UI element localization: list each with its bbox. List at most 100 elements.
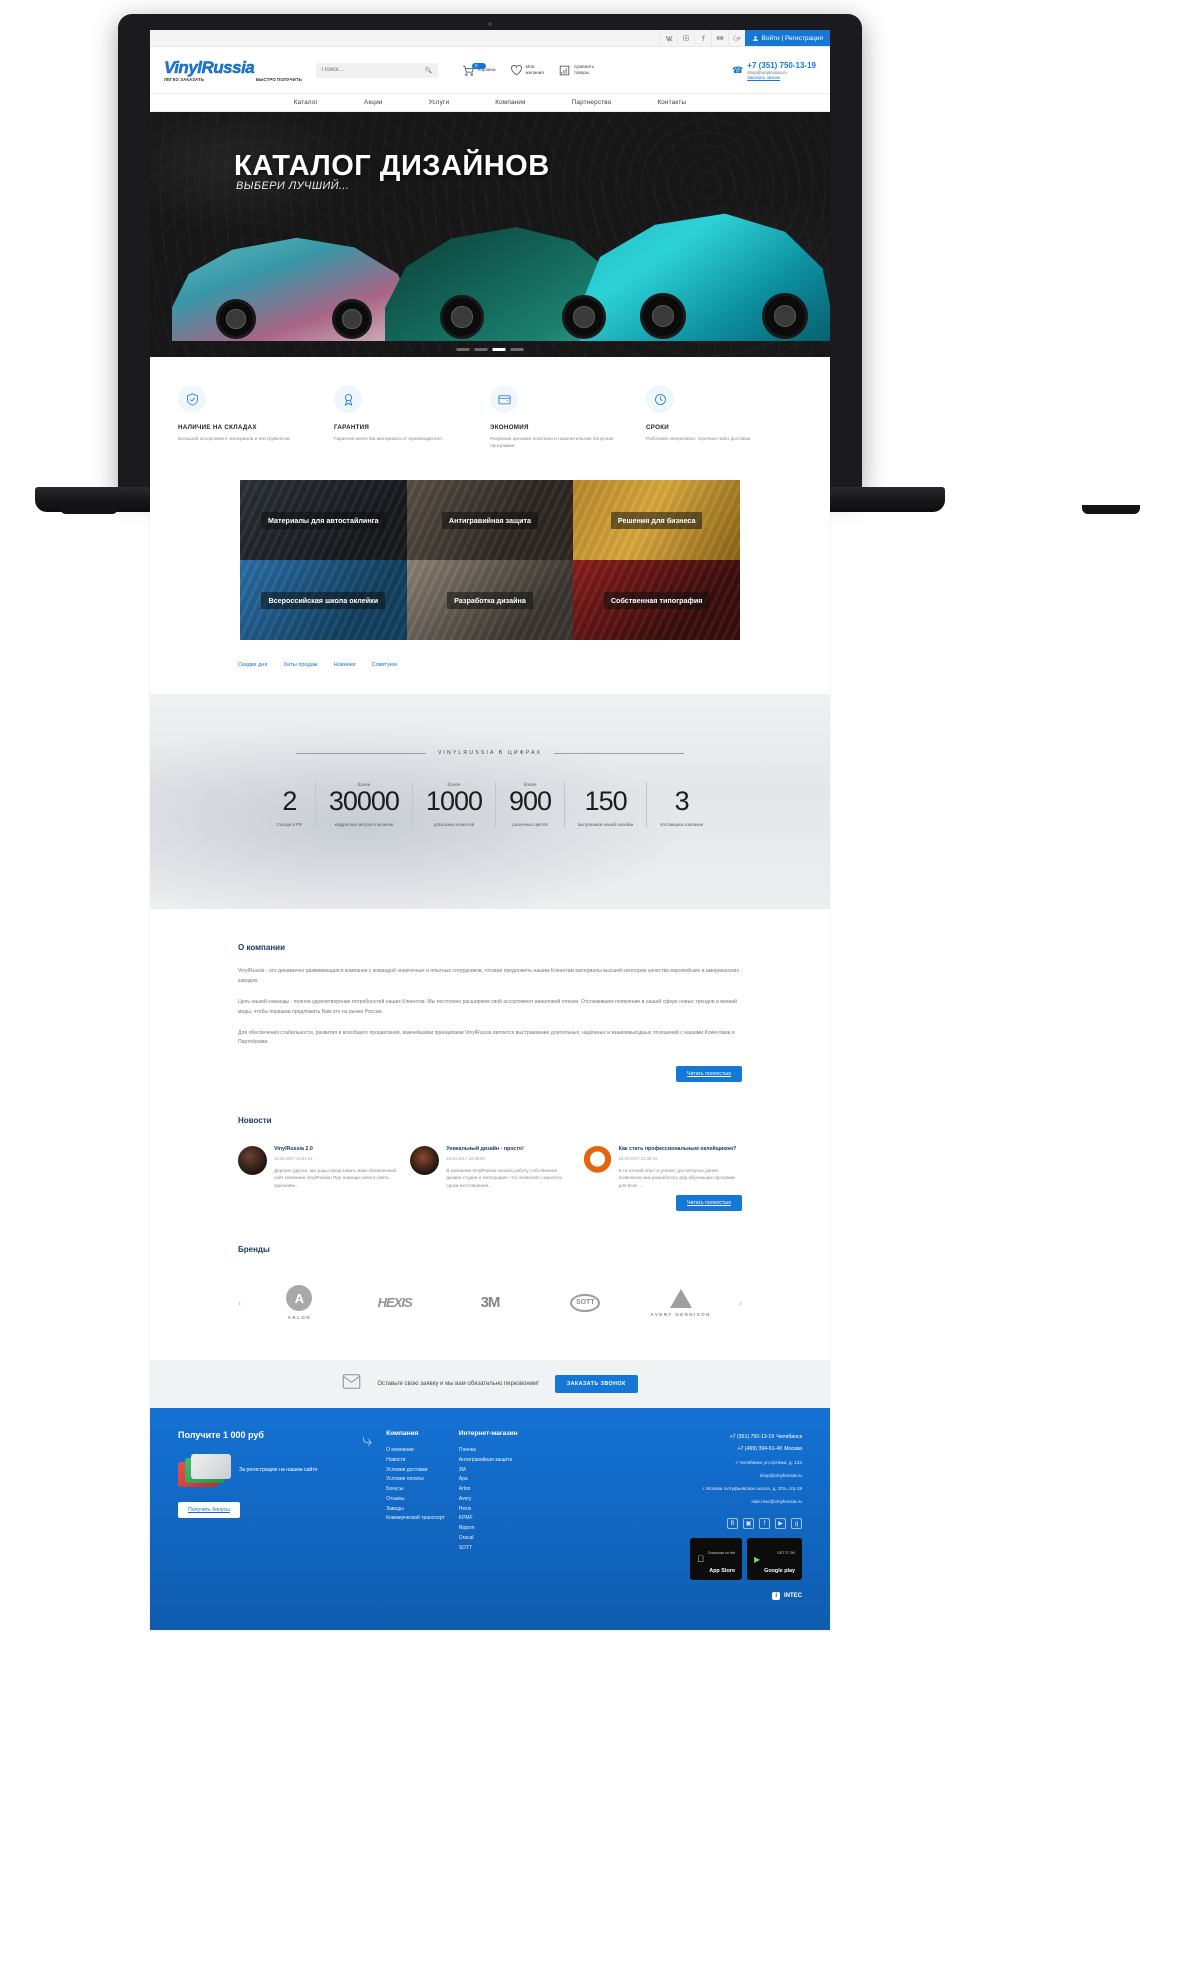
- facebook-icon[interactable]: [693, 30, 711, 46]
- brand-avery-dennison[interactable]: AVERY DENNISON: [644, 1288, 718, 1317]
- brand-3m[interactable]: 3M: [453, 1294, 527, 1311]
- footer-link[interactable]: Условия оплаты: [386, 1475, 445, 1485]
- app-store-badges:  Download on the App Store ▶ GET IT ON …: [690, 1538, 802, 1581]
- get-bonus-button[interactable]: Получить бонусы: [178, 1502, 240, 1519]
- tile-ppf[interactable]: Антигравийная защита: [406, 480, 574, 561]
- search-icon[interactable]: 🔍: [425, 67, 432, 74]
- footer-link[interactable]: Hexis: [459, 1505, 518, 1515]
- footer-link[interactable]: Новости: [386, 1456, 445, 1466]
- callback-button[interactable]: ЗАКАЗАТЬ ЗВОНОК: [554, 1375, 638, 1394]
- footer-link[interactable]: Arlon: [459, 1485, 518, 1495]
- footer-link[interactable]: Бонусы: [386, 1485, 445, 1495]
- hero-dot-1[interactable]: [456, 348, 470, 351]
- nav-item-partnership[interactable]: Партнерство: [572, 99, 612, 106]
- search-box[interactable]: 🔍: [316, 62, 438, 78]
- wishlist-button[interactable]: Мои желания: [510, 64, 544, 77]
- footer-phone-1[interactable]: +7 (351) 750-13-19 Челябинск: [690, 1430, 802, 1442]
- site-logo[interactable]: VinylRussia ЛЕГКО ЗАКАЗАТЬ БЫСТРО ПОЛУЧИ…: [164, 58, 302, 81]
- hero-dot-4[interactable]: [510, 348, 524, 351]
- bonus-title: Получите 1 000 руб: [178, 1430, 264, 1441]
- tab-discounts[interactable]: Скидки дня: [238, 662, 267, 668]
- youtube-icon[interactable]: ▶: [775, 1518, 786, 1530]
- brand-arlon[interactable]: A ARLON: [262, 1285, 336, 1320]
- tile-business[interactable]: Решения для бизнеса: [573, 480, 740, 561]
- footer-phone-2-city: Москва: [784, 1446, 802, 1453]
- news-title[interactable]: VinylRussia 2.0: [274, 1146, 397, 1153]
- footer-phone-2[interactable]: +7 (499) 394-61-49 Москва: [690, 1442, 802, 1454]
- brands-section: Бренды ‹ A ARLON HEXIS 3M SOTT AVERY DEN…: [150, 1211, 830, 1361]
- hero-dot-2[interactable]: [474, 348, 488, 351]
- nav-item-promos[interactable]: Акции: [364, 99, 383, 106]
- search-input[interactable]: [322, 67, 432, 73]
- login-register-button[interactable]: Войти | Регистрация: [744, 30, 830, 46]
- header-contacts: ☎ +7 (351) 750-13-19 shop@vinylrussia.ru…: [732, 61, 816, 80]
- facebook-icon[interactable]: f: [759, 1518, 770, 1530]
- footer-link[interactable]: Заводы: [386, 1505, 445, 1515]
- stat-label: поставщика компании: [660, 822, 704, 828]
- tile-school[interactable]: Всероссийская школа оклейки: [240, 560, 407, 641]
- brand-sott[interactable]: SOTT: [548, 1293, 622, 1312]
- instagram-icon[interactable]: ▣: [743, 1518, 754, 1530]
- vk-icon[interactable]: В: [727, 1518, 738, 1530]
- footer-link[interactable]: KPMF: [459, 1514, 518, 1524]
- nav-item-catalog[interactable]: Каталог: [294, 99, 318, 106]
- footer-link[interactable]: Антигравийная защита: [459, 1456, 518, 1466]
- tile-materials[interactable]: Материалы для автостайлинга: [240, 480, 407, 561]
- header-callback-link[interactable]: Заказать звонок: [747, 75, 816, 80]
- hero-slider-dots[interactable]: [456, 348, 524, 351]
- youtube-icon[interactable]: [710, 30, 728, 46]
- footer-link[interactable]: О компании: [386, 1446, 445, 1456]
- hero-dot-3-active[interactable]: [492, 348, 506, 351]
- google-plus-icon[interactable]: [727, 30, 745, 46]
- news-item[interactable]: VinylRussia 2.0 18.04.2017 22:51:03 Доро…: [238, 1145, 397, 1189]
- tab-bestsellers[interactable]: Хиты продаж: [283, 662, 317, 668]
- news-title[interactable]: Уникальный дизайн - просто!: [446, 1146, 569, 1153]
- 3m-logo-icon: 3M: [480, 1294, 501, 1312]
- app-store-badge[interactable]:  Download on the App Store: [690, 1538, 742, 1581]
- brand-name: ARLON: [287, 1315, 311, 1321]
- news-title[interactable]: Как стать профессиональным оклейщиком?: [619, 1146, 742, 1153]
- vk-icon[interactable]: [659, 30, 677, 46]
- footer-link[interactable]: Условия доставки: [386, 1466, 445, 1476]
- agency-credit[interactable]: I INTEC: [690, 1592, 802, 1601]
- brand-hexis[interactable]: HEXIS: [358, 1295, 432, 1310]
- nav-item-company[interactable]: Компания: [495, 99, 525, 106]
- footer-link[interactable]: Oracal: [459, 1534, 518, 1544]
- header-phone[interactable]: +7 (351) 750-13-19: [747, 61, 816, 70]
- footer-link[interactable]: Nippon: [459, 1524, 518, 1534]
- hero-car-1: [172, 237, 412, 341]
- instagram-icon[interactable]: [676, 30, 694, 46]
- news-read-more-button[interactable]: Читать полностью: [676, 1195, 742, 1212]
- footer-email-2[interactable]: sale.msc@vinylrussia.ru: [690, 1498, 802, 1506]
- curved-arrow-icon: ⤷: [362, 1430, 373, 1451]
- google-plus-icon[interactable]: g: [791, 1518, 802, 1530]
- news-item[interactable]: Уникальный дизайн - просто! 18.04.2017 2…: [410, 1145, 569, 1189]
- footer-link[interactable]: SOTT: [459, 1544, 518, 1554]
- hero-banner[interactable]: КАТАЛОГ ДИЗАЙНОВ ВЫБЕРИ ЛУЧШИЙ...: [150, 112, 830, 357]
- footer-link[interactable]: Avery: [459, 1495, 518, 1505]
- tile-label: Материалы для автостайлинга: [260, 511, 386, 530]
- footer-email-1[interactable]: shop@vinylrussia.ru: [690, 1472, 802, 1480]
- about-read-more-button[interactable]: Читать полностью: [676, 1065, 742, 1082]
- laptop-foot-right: [1082, 505, 1140, 514]
- tile-design[interactable]: Разработка дизайна: [406, 560, 574, 641]
- compare-button[interactable]: Сравнить товары: [558, 64, 594, 77]
- brands-prev-arrow[interactable]: ‹: [238, 1298, 241, 1308]
- shield-check-icon: [178, 385, 206, 413]
- footer-link[interactable]: Коммерческий транспорт: [386, 1514, 445, 1524]
- footer-link[interactable]: 3M: [459, 1466, 518, 1476]
- tab-new[interactable]: Новинки: [334, 662, 356, 668]
- stats-heading: VINYLRUSSIA В ЦИФРАХ: [426, 750, 554, 756]
- google-play-badge[interactable]: ▶ GET IT ON Google play: [746, 1538, 802, 1581]
- nav-item-contacts[interactable]: Контакты: [657, 99, 686, 106]
- footer-link[interactable]: Пленка: [459, 1446, 518, 1456]
- feature-title: СРОКИ: [646, 424, 670, 431]
- news-item[interactable]: Как стать профессиональным оклейщиком? 1…: [582, 1145, 742, 1189]
- tile-printing[interactable]: Собственная типография: [573, 560, 740, 641]
- cart-button[interactable]: 0 Корзина: [462, 62, 496, 77]
- footer-link[interactable]: Apa: [459, 1475, 518, 1485]
- nav-item-services[interactable]: Услуги: [429, 99, 450, 106]
- footer-link[interactable]: Отзывы: [386, 1495, 445, 1505]
- brands-next-arrow[interactable]: ›: [739, 1298, 742, 1308]
- tab-recommended[interactable]: Советуем: [372, 662, 397, 668]
